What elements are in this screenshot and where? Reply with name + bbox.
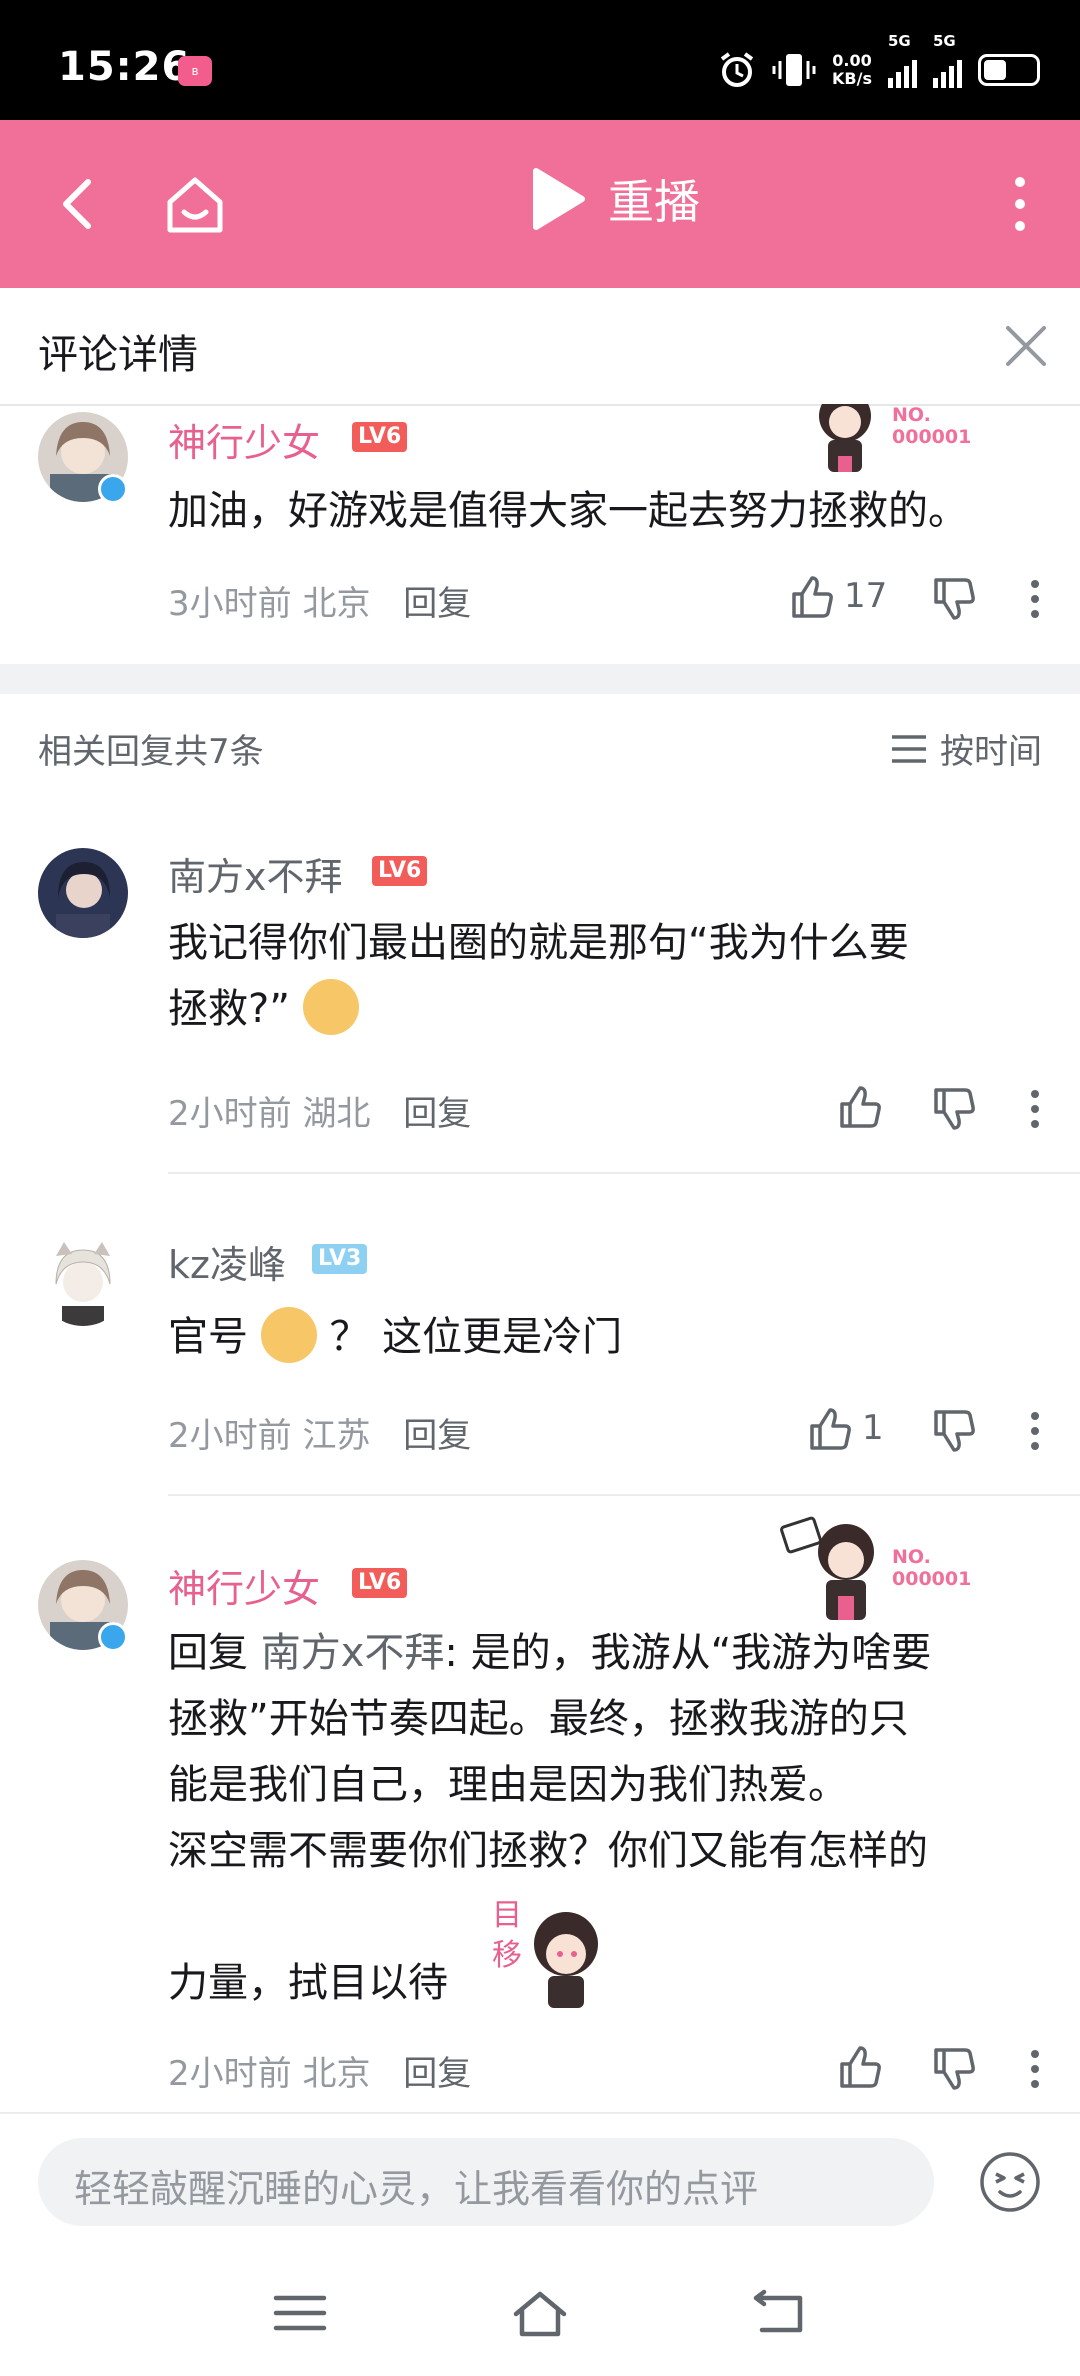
doge-emoji-icon bbox=[302, 979, 359, 1035]
like-count: 17 bbox=[844, 576, 888, 616]
system-nav-bar bbox=[0, 2242, 1080, 2376]
reply-username[interactable]: 南方x不拜 bbox=[168, 846, 343, 901]
emoji-icon[interactable] bbox=[978, 2150, 1042, 2214]
reply-location: 江苏 bbox=[302, 1416, 371, 1456]
comment-input-bar: 轻轻敲醒沉睡的心灵，让我看看你的点评 bbox=[0, 2112, 1080, 2242]
list-icon bbox=[892, 734, 926, 763]
reply-meta: 2小时前 湖北 回复 bbox=[168, 1086, 471, 1135]
verified-badge-icon bbox=[98, 474, 128, 504]
reply-username[interactable]: 神行少女 bbox=[168, 1558, 320, 1613]
thumbs-down-icon[interactable] bbox=[930, 2046, 976, 2092]
video-top-bar: 重播 bbox=[0, 120, 1080, 288]
reply-meta: 2小时前 北京 回复 bbox=[168, 2046, 471, 2095]
reply-time: 2小时前 bbox=[168, 2054, 292, 2094]
doge-emoji-icon bbox=[260, 1307, 317, 1363]
reply-text: 我记得你们最出圈的就是那句“我为什么要 拯救?” bbox=[168, 910, 1048, 1042]
sort-label: 按时间 bbox=[940, 732, 1042, 772]
more-options-icon[interactable] bbox=[1022, 1410, 1048, 1452]
like-count: 1 bbox=[862, 1408, 884, 1448]
thumbs-down-icon[interactable] bbox=[930, 1408, 976, 1454]
verified-badge-icon bbox=[98, 1622, 128, 1652]
menu-icon[interactable] bbox=[272, 2288, 328, 2338]
home-icon[interactable] bbox=[160, 170, 230, 240]
comment-input[interactable]: 轻轻敲醒沉睡的心灵，让我看看你的点评 bbox=[38, 2138, 934, 2226]
reply-text: 回复 南方x不拜: 是的，我游从“我游为啥要 拯救”开始节奏四起。最终，拯救我游… bbox=[168, 1630, 932, 1874]
replay-button[interactable]: 重播 bbox=[530, 166, 700, 232]
comment-location: 北京 bbox=[302, 584, 371, 624]
reply-text-end: 力量，拭目以待 bbox=[168, 1960, 448, 2006]
section-separator bbox=[0, 664, 1080, 694]
status-bar: 15:26 ʙ 0.00 KB/s 5G 5G bbox=[0, 0, 1080, 120]
level-badge: LV3 bbox=[312, 1244, 368, 1274]
comment-meta: 3小时前 北京 回复 bbox=[168, 576, 471, 625]
thumbs-down-icon[interactable] bbox=[930, 1086, 976, 1132]
more-vertical-icon[interactable] bbox=[1000, 172, 1040, 236]
more-options-icon[interactable] bbox=[1022, 578, 1048, 620]
vibrate-icon bbox=[772, 54, 816, 86]
back-icon[interactable] bbox=[48, 172, 112, 236]
signal-1: 5G bbox=[888, 32, 917, 88]
status-icons: 0.00 KB/s 5G 5G bbox=[718, 32, 1040, 92]
thumbs-up-icon[interactable] bbox=[836, 1084, 882, 1130]
fan-badge-number: NO. 000001 bbox=[892, 1546, 972, 1590]
more-options-icon[interactable] bbox=[1022, 2048, 1048, 2090]
divider bbox=[168, 1172, 1080, 1174]
reply-meta: 2小时前 江苏 回复 bbox=[168, 1408, 471, 1457]
reply-time: 2小时前 bbox=[168, 1094, 292, 1134]
fan-badge-number: NO. 000001 bbox=[892, 404, 972, 448]
network-speed: 0.00 KB/s bbox=[832, 51, 872, 88]
panel-title: 评论详情 bbox=[38, 332, 198, 378]
reply-location: 北京 bbox=[302, 2054, 371, 2094]
input-placeholder: 轻轻敲醒沉睡的心灵，让我看看你的点评 bbox=[74, 2167, 759, 2211]
thumbs-up-icon[interactable] bbox=[788, 574, 834, 620]
fan-badge-character bbox=[780, 1514, 890, 1624]
reply-button[interactable]: 回复 bbox=[403, 2054, 471, 2094]
reply-text: 官号 ？ 这位更是冷门 bbox=[168, 1304, 1048, 1370]
comment-time: 3小时前 bbox=[168, 584, 292, 624]
mention-link[interactable]: 南方x不拜 bbox=[261, 1630, 445, 1676]
reply-location: 湖北 bbox=[302, 1094, 371, 1134]
battery-icon bbox=[978, 54, 1040, 86]
thumbs-down-icon[interactable] bbox=[930, 576, 976, 622]
fan-badge-character bbox=[800, 390, 890, 478]
reply-username[interactable]: kz凌峰 bbox=[168, 1234, 286, 1289]
reply-button[interactable]: 回复 bbox=[403, 1094, 471, 1134]
comment-username[interactable]: 神行少女 bbox=[168, 412, 320, 467]
avatar[interactable] bbox=[38, 1236, 128, 1326]
divider bbox=[168, 1494, 1080, 1496]
level-badge: LV6 bbox=[352, 422, 408, 452]
play-icon bbox=[533, 168, 585, 230]
status-time: 15:26 bbox=[58, 44, 191, 90]
replies-count: 相关回复共7条 bbox=[38, 732, 264, 772]
thumbs-up-icon[interactable] bbox=[836, 2044, 882, 2090]
close-icon[interactable] bbox=[996, 316, 1056, 376]
level-badge: LV6 bbox=[352, 1568, 408, 1598]
reply-button[interactable]: 回复 bbox=[403, 584, 471, 624]
bilibili-app-icon: ʙ bbox=[178, 56, 212, 86]
comment-text: 加油，好游戏是值得大家一起去努力拯救的。 bbox=[168, 488, 968, 534]
reply-time: 2小时前 bbox=[168, 1416, 292, 1456]
sort-by-time-button[interactable]: 按时间 bbox=[890, 724, 1042, 773]
avatar[interactable] bbox=[38, 848, 128, 938]
level-badge: LV6 bbox=[372, 856, 428, 886]
back-nav-icon[interactable] bbox=[752, 2288, 808, 2338]
reply-button[interactable]: 回复 bbox=[403, 1416, 471, 1456]
replay-label: 重播 bbox=[608, 175, 700, 229]
more-options-icon[interactable] bbox=[1022, 1088, 1048, 1130]
comment-detail-header: 评论详情 bbox=[0, 288, 1080, 406]
home-nav-icon[interactable] bbox=[512, 2288, 568, 2338]
thumbs-up-icon[interactable] bbox=[806, 1406, 852, 1452]
alarm-icon bbox=[720, 52, 754, 87]
signal-2: 5G bbox=[933, 32, 962, 88]
sticker-image: 目移 bbox=[490, 1896, 608, 2010]
